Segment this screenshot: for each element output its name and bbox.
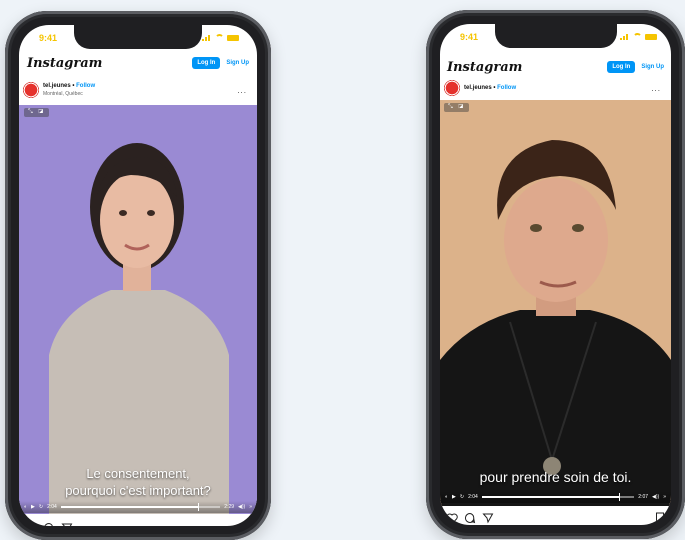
signup-link[interactable]: Sign Up (226, 60, 249, 66)
subtitles-icon[interactable]: ◐ (445, 494, 448, 500)
heart-icon[interactable] (25, 523, 37, 527)
time-elapsed: 2:04 (468, 494, 478, 500)
status-time: 9:41 (460, 32, 479, 42)
battery-icon (645, 33, 657, 40)
phone-right: 9:41 Instagram Log In Sign Up tel.jeunes… (426, 10, 685, 539)
replay-icon[interactable]: ↻ (39, 504, 43, 510)
bookmark-icon[interactable] (241, 522, 251, 526)
video-player[interactable]: ⤡ ◪ Le consentement, pourquoi c'est impo… (19, 105, 257, 514)
progress-fill (60, 506, 198, 508)
notch (74, 25, 202, 49)
instagram-header: Instagram Log In Sign Up (19, 54, 257, 72)
more-options-icon[interactable]: ... (651, 84, 661, 93)
video-controls: ◐ ▶ ↻ 2:04 2:07 ◀)) » (440, 491, 671, 503)
progress-fill (481, 496, 620, 498)
battery-icon (227, 34, 239, 41)
forward-icon[interactable]: » (249, 504, 252, 510)
instagram-header: Instagram Log In Sign Up (440, 58, 671, 76)
status-time: 9:41 (39, 33, 58, 43)
wifi-icon (633, 33, 642, 40)
post-header: tel.jeunes • Follow ... (440, 79, 671, 97)
caption-line: pourquoi c'est important? (65, 483, 211, 498)
status-icons (202, 34, 239, 41)
account-line: tel.jeunes • Follow (464, 85, 517, 91)
heart-icon[interactable] (446, 513, 458, 524)
video-badge-icons[interactable]: ⤡ ◪ (444, 103, 470, 112)
video-caption: Le consentement, pourquoi c'est importan… (19, 465, 257, 499)
time-elapsed: 2:04 (47, 504, 57, 510)
comment-icon[interactable] (43, 522, 55, 526)
time-total: 2:29 (224, 504, 235, 510)
avatar[interactable] (444, 80, 460, 96)
account-line: tel.jeunes • Follow (43, 83, 96, 90)
progress-track[interactable] (60, 503, 221, 511)
account-name[interactable]: tel.jeunes (464, 85, 492, 91)
wifi-icon (215, 34, 224, 41)
instagram-logo[interactable]: Instagram (27, 56, 102, 71)
play-icon[interactable]: ▶ (452, 494, 456, 500)
phone-screen: 9:41 Instagram Log In Sign Up tel.jeunes… (440, 24, 671, 525)
time-total: 2:07 (638, 494, 649, 500)
notch (494, 24, 617, 48)
post-header: tel.jeunes • Follow Montréal, Québec ... (19, 80, 257, 100)
volume-icon[interactable]: ◀)) (652, 494, 659, 500)
progress-knob[interactable] (619, 493, 621, 501)
comment-icon[interactable] (464, 512, 476, 524)
phone-left: 9:41 Instagram Log In Sign Up tel.jeunes… (5, 11, 271, 540)
login-button[interactable]: Log In (192, 57, 221, 69)
share-icon[interactable] (482, 512, 494, 524)
post-actions (19, 520, 257, 526)
status-icons (620, 33, 657, 40)
progress-knob[interactable] (197, 503, 199, 511)
account-name[interactable]: tel.jeunes (43, 83, 71, 89)
login-button[interactable]: Log In (607, 61, 636, 73)
signup-link[interactable]: Sign Up (641, 64, 664, 70)
follow-button[interactable]: Follow (76, 83, 95, 89)
video-badge-icons[interactable]: ⤡ ◪ (24, 108, 50, 117)
volume-icon[interactable]: ◀)) (238, 504, 245, 510)
caption-line: pour prendre soin de toi. (479, 469, 632, 485)
video-player[interactable]: ⤡ ◪ pour prendre soin de toi. ◐ ▶ ↻ 2:04… (440, 100, 671, 506)
video-controls: ◐ ▶ ↻ 2:04 2:29 ◀)) » (19, 501, 257, 513)
play-icon[interactable]: ▶ (31, 504, 35, 510)
caption-line: Le consentement, (86, 466, 190, 481)
replay-icon[interactable]: ↻ (460, 494, 464, 500)
share-icon[interactable] (61, 522, 73, 526)
forward-icon[interactable]: » (663, 494, 666, 500)
follow-button[interactable]: Follow (497, 85, 516, 91)
signal-icon (202, 34, 212, 41)
signal-icon (620, 33, 630, 40)
video-caption: pour prendre soin de toi. (440, 468, 671, 486)
person-illustration (19, 105, 257, 514)
bookmark-icon[interactable] (655, 512, 665, 524)
instagram-logo[interactable]: Instagram (447, 60, 522, 75)
subtitles-icon[interactable]: ◐ (24, 504, 27, 510)
progress-track[interactable] (481, 493, 635, 501)
post-actions (440, 510, 671, 525)
phone-screen: 9:41 Instagram Log In Sign Up tel.jeunes… (19, 25, 257, 526)
more-options-icon[interactable]: ... (237, 86, 247, 95)
person-illustration (440, 100, 671, 506)
location-label[interactable]: Montréal, Québec (43, 91, 95, 97)
avatar[interactable] (23, 82, 39, 98)
